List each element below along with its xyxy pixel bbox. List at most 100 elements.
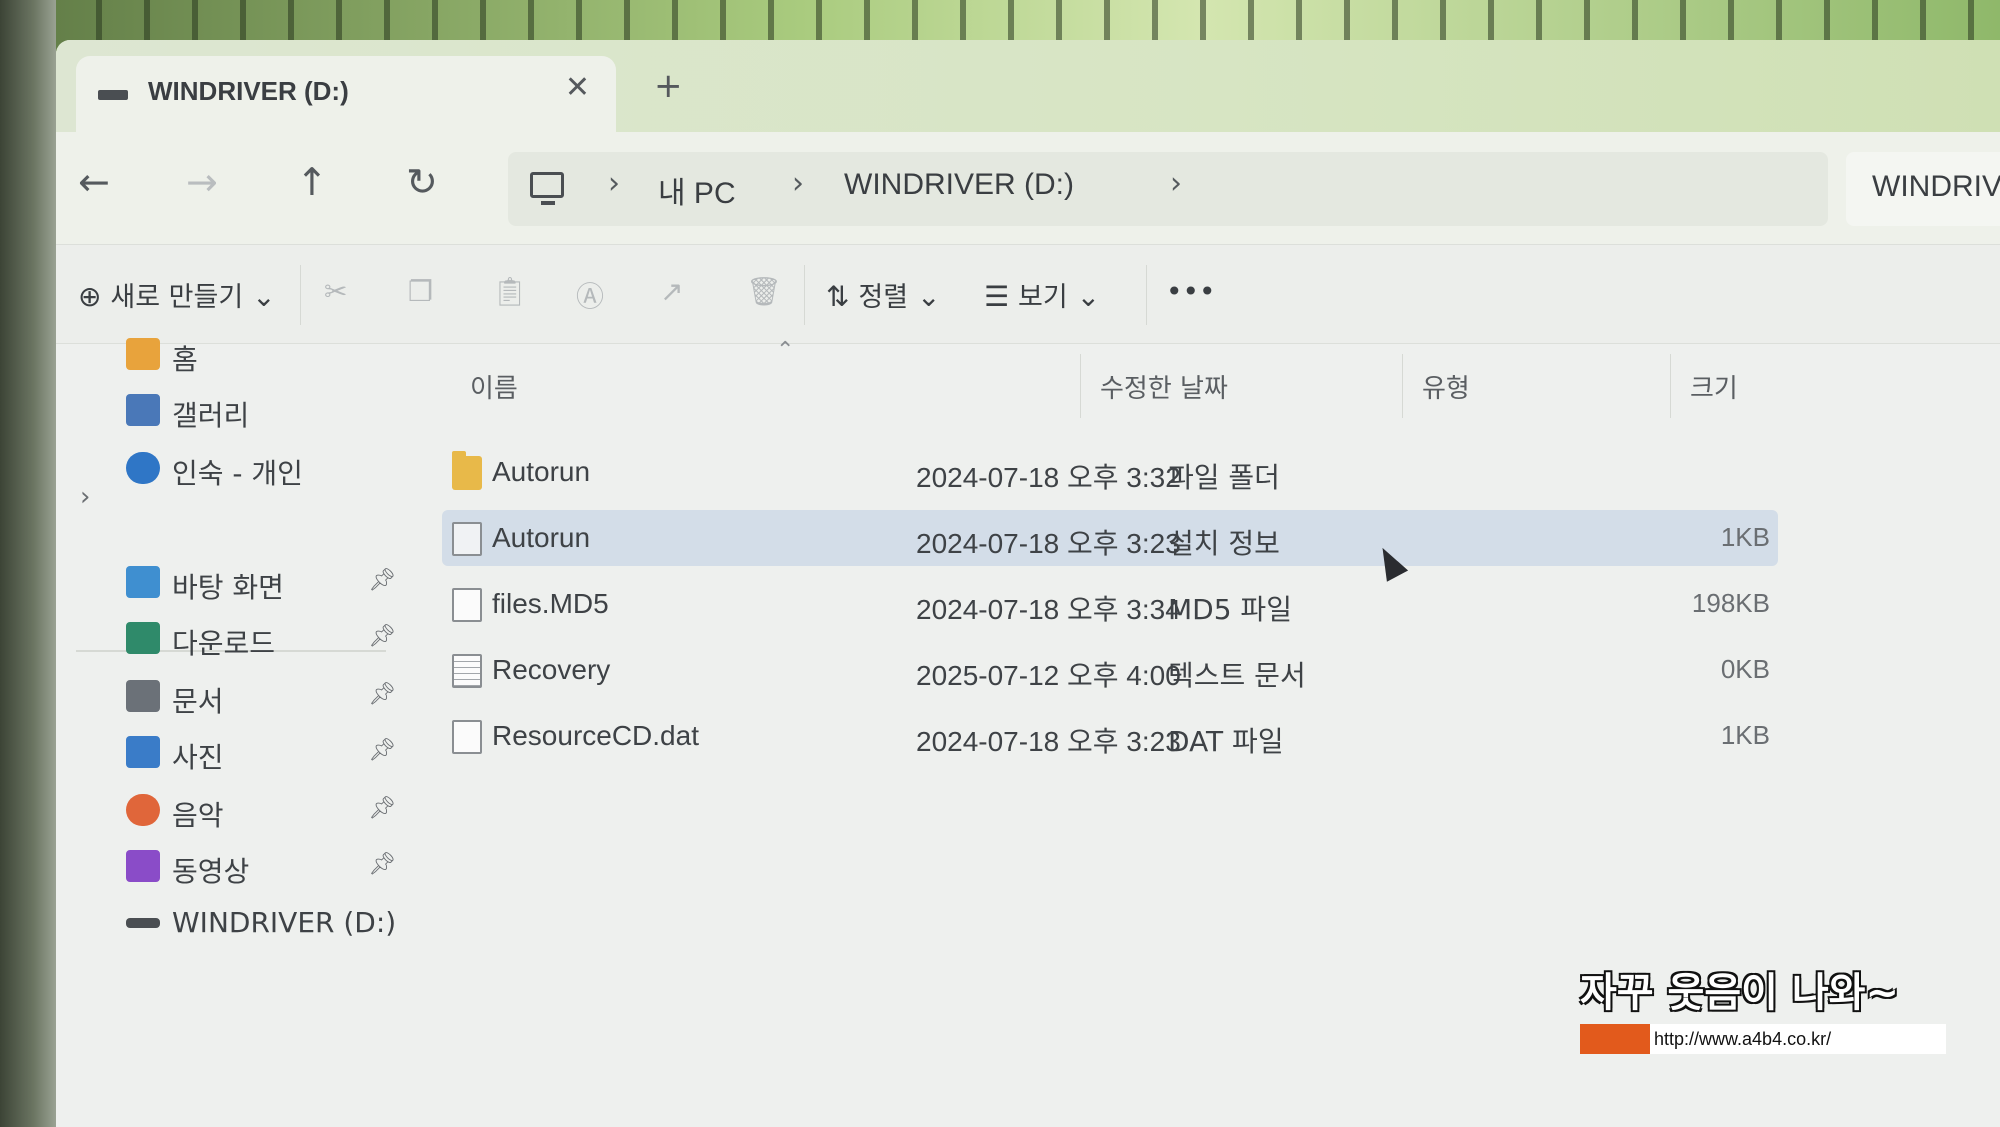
navigation-bar: ← → ↑ ↻ › 내 PC › WINDRIVER (D:) › WINDRI… xyxy=(56,132,2000,244)
pin-icon[interactable]: 📌︎ xyxy=(368,682,396,707)
pin-icon[interactable]: 📌︎ xyxy=(368,796,396,821)
sidebar-item-onedrive[interactable]: 인숙 - 개인 xyxy=(126,446,396,496)
view-label: 보기 xyxy=(1018,282,1068,313)
home-icon xyxy=(126,338,160,370)
close-icon[interactable]: ✕ xyxy=(565,70,590,105)
sidebar-item-label: 홈 xyxy=(172,343,198,376)
desktop-edge xyxy=(0,0,56,1127)
column-header-size[interactable]: 크기 xyxy=(1690,368,1738,405)
download-icon xyxy=(126,622,160,654)
column-divider[interactable] xyxy=(1670,354,1671,418)
sidebar-item-desktop[interactable]: 바탕 화면 📌︎ xyxy=(126,560,396,610)
column-divider[interactable] xyxy=(1080,354,1081,418)
file-row-recovery[interactable]: Recovery 2025-07-12 오후 4:00 텍스트 문서 0KB xyxy=(442,642,1778,698)
breadcrumb-this-pc[interactable]: 내 PC xyxy=(658,168,736,212)
folder-icon xyxy=(452,451,482,490)
file-row-autorun-inf[interactable]: Autorun 2024-07-18 오후 3:23 설치 정보 1KB xyxy=(442,510,1778,566)
file-type: 설치 정보 xyxy=(1168,527,1280,560)
gallery-icon xyxy=(126,394,160,426)
file-type: 파일 폴더 xyxy=(1168,461,1280,494)
file-name: Recovery xyxy=(492,654,611,685)
file-size: 1KB xyxy=(1720,720,1770,750)
file-type: 텍스트 문서 xyxy=(1168,659,1306,692)
drive-icon xyxy=(126,918,160,928)
sidebar-item-label: 동영상 xyxy=(172,855,250,888)
pin-icon[interactable]: 📌︎ xyxy=(368,568,396,593)
sidebar-item-windriver[interactable]: WINDRIVER (D:) xyxy=(126,900,396,950)
file-name: files.MD5 xyxy=(492,588,609,619)
column-header-name[interactable]: 이름 xyxy=(470,368,518,405)
sidebar-item-label: 문서 xyxy=(172,685,224,718)
sort-icon: ⇅ xyxy=(826,280,850,313)
column-header-type[interactable]: 유형 xyxy=(1422,368,1470,405)
file-row-autorun-folder[interactable]: Autorun 2024-07-18 오후 3:32 파일 폴더 xyxy=(442,444,1778,500)
file-date: 2024-07-18 오후 3:23 xyxy=(916,528,1181,559)
sidebar-item-documents[interactable]: 문서 📌︎ xyxy=(126,674,396,724)
chevron-down-icon: ⌄ xyxy=(252,280,276,313)
sidebar-item-label: 사진 xyxy=(172,741,224,774)
desktop-icon xyxy=(126,566,160,598)
pin-icon[interactable]: 📌︎ xyxy=(368,624,396,649)
address-bar[interactable]: › 내 PC › WINDRIVER (D:) › xyxy=(508,152,1828,226)
new-tab-button[interactable]: + xyxy=(654,66,683,106)
paste-icon[interactable]: 📋︎ xyxy=(492,275,528,308)
up-button[interactable]: ↑ xyxy=(296,160,328,204)
file-date: 2024-07-18 오후 3:23 xyxy=(916,726,1181,757)
chevron-right-icon[interactable]: › xyxy=(792,166,804,201)
sidebar-item-label: 인숙 - 개인 xyxy=(172,457,303,490)
sidebar-item-gallery[interactable]: 갤러리 xyxy=(126,388,396,438)
divider xyxy=(804,265,805,325)
chevron-right-icon[interactable]: › xyxy=(1170,166,1182,201)
chevron-down-icon: ⌄ xyxy=(916,280,941,313)
forward-button[interactable]: → xyxy=(186,160,218,204)
documents-icon xyxy=(126,680,160,712)
setup-info-icon xyxy=(452,522,482,556)
file-size: 0KB xyxy=(1720,654,1770,684)
more-options-button[interactable]: ••• xyxy=(1166,275,1216,308)
file-size: 198KB xyxy=(1691,588,1770,618)
sort-button[interactable]: ⇅ 정렬 ⌄ xyxy=(826,275,940,314)
column-header-date[interactable]: 수정한 날짜 xyxy=(1100,368,1228,405)
drive-icon xyxy=(98,90,128,100)
tab-windriver[interactable]: WINDRIVER (D:) ✕ xyxy=(76,56,616,132)
search-input[interactable]: WINDRIVER (D:) xyxy=(1846,152,2000,226)
command-bar: ⊕ 새로 만들기 ⌄ ✂ ❐ 📋︎ Ⓐ ↗ 🗑︎ ⇅ 정렬 ⌄ ☰ 보기 ⌄ •… xyxy=(56,244,2000,344)
sidebar-item-label: 갤러리 xyxy=(172,399,250,432)
chevron-right-icon[interactable]: › xyxy=(608,166,620,201)
sidebar-item-home[interactable]: 홈 xyxy=(126,332,396,382)
pin-icon[interactable]: 📌︎ xyxy=(368,738,396,763)
watermark: 자꾸 웃음이 나와~ http://www.a4b4.co.kr/ xyxy=(1580,960,1946,1060)
watermark-url: http://www.a4b4.co.kr/ xyxy=(1580,1024,1946,1054)
file-icon xyxy=(452,720,482,754)
view-list-icon: ☰ xyxy=(984,280,1010,313)
rename-icon[interactable]: Ⓐ xyxy=(576,275,604,315)
column-divider[interactable] xyxy=(1402,354,1403,418)
file-row-files-md5[interactable]: files.MD5 2024-07-18 오후 3:34 MD5 파일 198K… xyxy=(442,576,1778,632)
sidebar-item-pictures[interactable]: 사진 📌︎ xyxy=(126,730,396,780)
sort-ascending-icon: ⌃ xyxy=(776,338,795,363)
cut-icon[interactable]: ✂ xyxy=(324,275,347,308)
share-icon[interactable]: ↗ xyxy=(660,275,683,308)
sidebar-item-music[interactable]: 음악 📌︎ xyxy=(126,788,396,838)
chevron-right-icon[interactable]: › xyxy=(80,482,90,512)
sidebar-item-label: 다운로드 xyxy=(172,627,276,660)
breadcrumb-windriver[interactable]: WINDRIVER (D:) xyxy=(844,168,1074,202)
delete-icon[interactable]: 🗑︎ xyxy=(746,275,782,308)
onedrive-icon xyxy=(126,452,160,484)
copy-icon[interactable]: ❐ xyxy=(408,275,433,308)
file-row-resourcecd[interactable]: ResourceCD.dat 2024-07-18 오후 3:23 DAT 파일… xyxy=(442,708,1778,764)
sort-label: 정렬 xyxy=(858,282,909,313)
view-button[interactable]: ☰ 보기 ⌄ xyxy=(984,275,1100,314)
refresh-button[interactable]: ↻ xyxy=(406,160,438,204)
sidebar-item-videos[interactable]: 동영상 📌︎ xyxy=(126,844,396,894)
file-name: Autorun xyxy=(492,522,591,553)
search-placeholder: WINDRIVER (D:) xyxy=(1872,170,2000,203)
navigation-pane: 홈 갤러리 › 인숙 - 개인 바탕 화면 📌︎ 다운로드 📌︎ 문서 📌︎ 사… xyxy=(56,338,396,1127)
music-icon xyxy=(126,794,160,826)
back-button[interactable]: ← xyxy=(78,160,110,204)
file-name: ResourceCD.dat xyxy=(492,720,699,751)
pin-icon[interactable]: 📌︎ xyxy=(368,852,396,877)
new-button[interactable]: ⊕ 새로 만들기 ⌄ xyxy=(78,275,276,314)
plus-circle-icon: ⊕ xyxy=(78,280,102,313)
sidebar-item-downloads[interactable]: 다운로드 📌︎ xyxy=(126,616,396,666)
